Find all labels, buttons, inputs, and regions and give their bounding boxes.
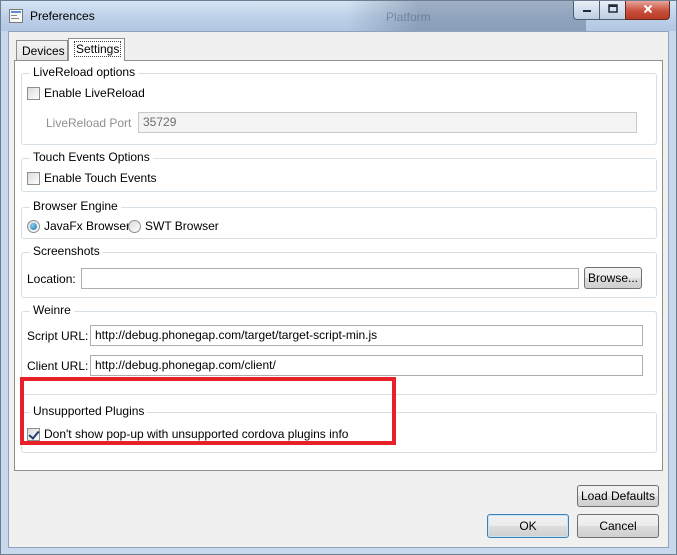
enable-livereload-checkbox[interactable] xyxy=(27,86,40,100)
preferences-app-icon xyxy=(9,9,23,23)
enable-livereload-label: Enable LiveReload xyxy=(44,86,145,100)
browser-engine-group: Browser Engine JavaFx Browser SWT Browse… xyxy=(21,199,657,239)
tab-devices[interactable]: Devices xyxy=(16,40,68,60)
maximize-button[interactable] xyxy=(599,1,625,20)
location-input[interactable] xyxy=(81,268,579,289)
minimize-button[interactable] xyxy=(573,1,599,20)
tab-settings-label: Settings xyxy=(74,41,122,57)
preferences-window: Platform Preferences Devices Settings Li… xyxy=(0,0,677,555)
touch-events-group-title: Touch Events Options xyxy=(30,150,153,165)
enable-livereload-checkbox-row[interactable]: Enable LiveReload xyxy=(27,86,145,100)
browser-engine-group-title: Browser Engine xyxy=(30,199,121,214)
weinre-group-title: Weinre xyxy=(30,303,74,318)
tab-settings[interactable]: Settings xyxy=(68,38,125,61)
enable-touch-events-label: Enable Touch Events xyxy=(44,171,157,185)
weinre-group: Weinre Script URL: http://debug.phonegap… xyxy=(21,303,657,395)
location-label: Location: xyxy=(27,272,76,286)
background-window-bar xyxy=(346,1,586,31)
enable-touch-events-checkbox-row[interactable]: Enable Touch Events xyxy=(27,171,157,185)
dont-show-popup-label: Don't show pop-up with unsupported cordo… xyxy=(44,427,349,441)
livereload-group-title: LiveReload options xyxy=(30,65,139,80)
swt-browser-label: SWT Browser xyxy=(145,219,219,233)
maximize-icon xyxy=(607,4,618,16)
close-button[interactable] xyxy=(625,1,670,20)
javafx-browser-radio[interactable] xyxy=(27,219,40,233)
window-title: Preferences xyxy=(30,9,95,23)
livereload-port-input: 35729 xyxy=(138,112,637,133)
javafx-browser-label: JavaFx Browser xyxy=(44,219,131,233)
script-url-input[interactable]: http://debug.phonegap.com/target/target-… xyxy=(90,325,643,346)
ok-button[interactable]: OK xyxy=(487,514,569,538)
unsupported-plugins-group: Unsupported Plugins Don't show pop-up wi… xyxy=(21,404,657,453)
title-bar[interactable]: Platform Preferences xyxy=(1,1,676,31)
client-url-input[interactable]: http://debug.phonegap.com/client/ xyxy=(90,355,643,376)
caption-buttons xyxy=(573,1,670,21)
livereload-group: LiveReload options Enable LiveReload Liv… xyxy=(21,65,657,145)
screenshots-group: Screenshots Location: Browse... xyxy=(21,244,657,298)
cancel-button[interactable]: Cancel xyxy=(577,514,659,538)
swt-browser-radio-row[interactable]: SWT Browser xyxy=(128,219,219,233)
dialog-client-area: Devices Settings LiveReload options Enab… xyxy=(8,31,669,548)
browse-button[interactable]: Browse... xyxy=(584,267,642,289)
script-url-label: Script URL: xyxy=(27,329,89,343)
screenshots-group-title: Screenshots xyxy=(30,244,103,259)
dont-show-popup-checkbox-row[interactable]: Don't show pop-up with unsupported cordo… xyxy=(27,427,348,441)
unsupported-plugins-group-title: Unsupported Plugins xyxy=(30,404,148,419)
background-window-title: Platform xyxy=(386,10,431,24)
javafx-browser-radio-row[interactable]: JavaFx Browser xyxy=(27,219,130,233)
swt-browser-radio[interactable] xyxy=(128,219,141,233)
client-url-label: Client URL: xyxy=(27,359,89,373)
close-icon xyxy=(643,4,653,17)
enable-touch-events-checkbox[interactable] xyxy=(27,171,40,185)
settings-tab-panel: LiveReload options Enable LiveReload Liv… xyxy=(14,60,663,471)
touch-events-group: Touch Events Options Enable Touch Events xyxy=(21,150,657,192)
load-defaults-button[interactable]: Load Defaults xyxy=(577,485,659,507)
tab-devices-label: Devices xyxy=(22,44,65,58)
dont-show-popup-checkbox[interactable] xyxy=(27,427,40,441)
livereload-port-label: LiveReload Port xyxy=(46,116,132,130)
minimize-icon xyxy=(582,4,592,16)
